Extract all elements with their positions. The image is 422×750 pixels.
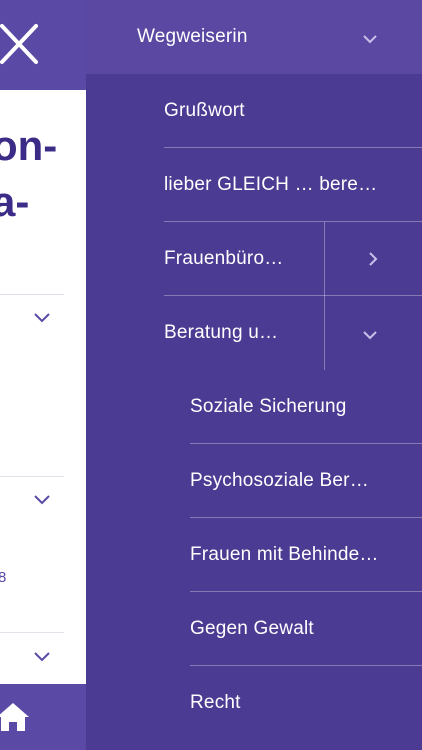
menu-item-label: Frauen mit Behinde… — [190, 544, 379, 565]
drawer-header-label: Wegweiserin — [137, 26, 248, 47]
menu-item-psychosoziale-beratung[interactable]: Psychosoziale Ber… — [86, 444, 422, 518]
menu-item-grusswort[interactable]: Grußwort — [86, 74, 422, 148]
chevron-down-icon[interactable] — [33, 311, 51, 323]
menu-item-label: Beratung u… — [164, 322, 279, 343]
menu-item-frauenbuero[interactable]: Frauenbüro… — [86, 222, 422, 296]
menu-item-label: Gegen Gewalt — [190, 618, 314, 639]
chevron-down-icon[interactable] — [33, 493, 51, 505]
menu-item-gegen-gewalt[interactable]: Gegen Gewalt — [86, 592, 422, 666]
close-icon[interactable] — [0, 18, 44, 70]
menu-item-beratung[interactable]: Beratung u… — [86, 296, 422, 370]
navigation-drawer: Wegweiserin Grußwort lieber GLEICH … ber… — [86, 0, 422, 750]
drawer-header[interactable]: Wegweiserin — [86, 0, 422, 74]
background-small-text: 8 — [0, 569, 7, 586]
divider — [324, 222, 325, 296]
divider — [0, 632, 64, 633]
background-page-title: on- a- — [0, 118, 57, 230]
menu-item-soziale-sicherung[interactable]: Soziale Sicherung — [86, 370, 422, 444]
home-icon[interactable] — [0, 700, 30, 734]
menu-item-recht[interactable]: Recht — [86, 666, 422, 740]
menu-item-label: Frauenbüro… — [164, 248, 284, 269]
chevron-down-icon[interactable] — [33, 650, 51, 662]
menu-item-label: Psychosoziale Ber… — [190, 470, 369, 491]
chevron-right-icon[interactable] — [365, 251, 381, 267]
menu-item-label: Recht — [190, 692, 241, 713]
title-line-1: on- — [0, 122, 58, 169]
menu-item-label: Soziale Sicherung — [190, 396, 347, 417]
divider — [0, 476, 64, 477]
menu-item-frauen-mit-behinderung[interactable]: Frauen mit Behinde… — [86, 518, 422, 592]
chevron-down-icon[interactable] — [362, 327, 378, 343]
background-page: on- a- 8 — [0, 0, 86, 750]
title-line-2: a- — [0, 178, 30, 225]
menu-item-label: lieber GLEICH … bere… — [164, 174, 378, 195]
menu-item-lieber-gleich[interactable]: lieber GLEICH … bere… — [86, 148, 422, 222]
menu-item-label: Grußwort — [164, 100, 245, 121]
chevron-down-icon[interactable] — [362, 31, 378, 47]
divider — [0, 294, 64, 295]
divider — [324, 296, 325, 370]
